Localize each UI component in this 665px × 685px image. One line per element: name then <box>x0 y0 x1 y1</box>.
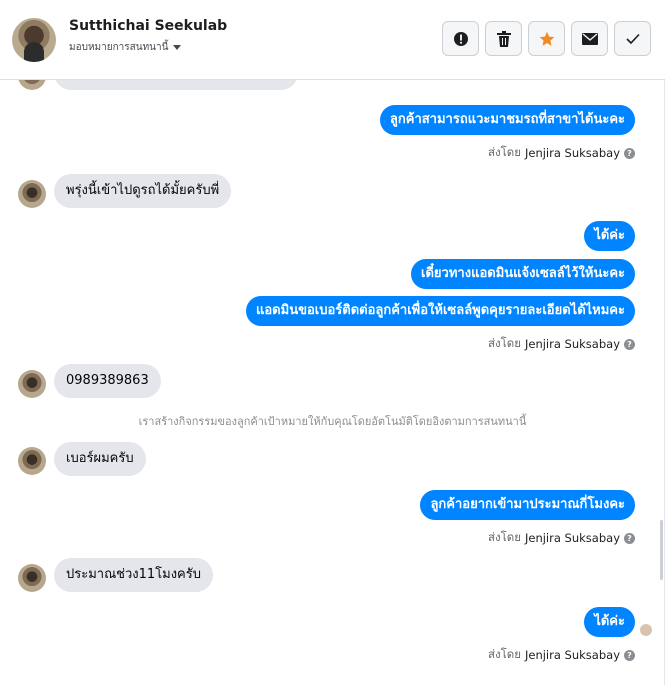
message-bubble-incoming[interactable]: 0989389863 <box>54 364 161 398</box>
sent-by-prefix: ส่งโดย <box>487 336 521 350</box>
message-bubble-incoming[interactable]: เบอร์ผมครับ <box>54 442 146 476</box>
contact-name[interactable]: Sutthichai Seekulab <box>69 18 227 34</box>
message-bubble-outgoing[interactable]: ลูกค้าสามารถแวะมาชมรถที่สาขาได้นะคะ <box>379 105 635 135</box>
message-bubble-incoming[interactable]: พรุ่งนี้เข้าไปดูรถได้มั้ยครับพี่ <box>54 174 232 208</box>
mail-icon <box>581 32 598 45</box>
system-notice: เราสร้างกิจกรรมของลูกค้าเป้าหมายให้กับคุ… <box>138 415 527 428</box>
conversation-window: Sutthichai Seekulab มอบหมายการสนทนานี้ ล… <box>0 0 665 685</box>
message-bubble-incoming-cut <box>54 80 298 90</box>
agent-name: Jenjira Suksabay <box>524 337 620 351</box>
agent-name: Jenjira Suksabay <box>524 648 620 662</box>
sender-avatar <box>18 447 46 475</box>
message-bubble-outgoing[interactable]: แอดมินขอเบอร์ติดต่อลูกค้าเพื่อให้เซลล์พู… <box>246 296 635 326</box>
sent-by-label: ส่งโดย Jenjira Suksabay ? <box>488 646 635 664</box>
message-bubble-outgoing[interactable]: ได้ค่ะ <box>584 221 635 251</box>
spam-button[interactable] <box>442 21 479 56</box>
header-actions <box>442 21 651 56</box>
sent-by-label: ส่งโดย Jenjira Suksabay ? <box>488 144 635 162</box>
message-bubble-incoming[interactable]: ประมาณช่วง11โมงครับ <box>54 558 213 592</box>
mark-done-button[interactable] <box>614 21 651 56</box>
sender-avatar <box>18 80 46 90</box>
scrollbar-thumb[interactable] <box>660 520 663 580</box>
message-bubble-outgoing[interactable]: ลูกค้าอยากเข้ามาประมาณกี่โมงคะ <box>420 490 635 520</box>
star-button[interactable] <box>528 21 565 56</box>
seen-avatar <box>639 623 653 637</box>
delete-button[interactable] <box>485 21 522 56</box>
assign-label: มอบหมายการสนทนานี้ <box>69 42 169 53</box>
caret-down-icon <box>173 45 182 50</box>
mark-unread-button[interactable] <box>571 21 608 56</box>
sent-by-prefix: ส่งโดย <box>487 145 521 159</box>
alert-icon <box>453 31 468 46</box>
message-bubble-outgoing[interactable]: เดี๋ยวทางแอดมินแจ้งเซลล์ไว้ให้นะคะ <box>411 259 635 289</box>
help-icon[interactable]: ? <box>624 532 635 544</box>
sender-avatar <box>18 564 46 592</box>
help-icon[interactable]: ? <box>624 649 635 661</box>
sent-by-prefix: ส่งโดย <box>487 530 521 544</box>
star-icon <box>539 31 554 46</box>
conversation-header: Sutthichai Seekulab มอบหมายการสนทนานี้ <box>0 0 665 80</box>
trash-icon <box>496 30 511 47</box>
sender-avatar <box>18 370 46 398</box>
agent-name: Jenjira Suksabay <box>524 531 620 545</box>
assign-conversation-dropdown[interactable]: มอบหมายการสนทนานี้ <box>69 40 182 55</box>
sent-by-label: ส่งโดย Jenjira Suksabay ? <box>488 529 635 547</box>
message-thread[interactable]: ลูกค้าสามารถแวะมาชมรถที่สาขาได้นะคะ ส่งโ… <box>0 80 665 685</box>
sent-by-label: ส่งโดย Jenjira Suksabay ? <box>488 335 635 353</box>
help-icon[interactable]: ? <box>624 147 635 159</box>
agent-name: Jenjira Suksabay <box>524 146 620 160</box>
check-icon <box>625 33 640 44</box>
message-bubble-outgoing[interactable]: ได้ค่ะ <box>584 607 635 637</box>
contact-avatar[interactable] <box>12 18 56 62</box>
help-icon[interactable]: ? <box>624 338 635 350</box>
sender-avatar <box>18 180 46 208</box>
sent-by-prefix: ส่งโดย <box>487 647 521 661</box>
